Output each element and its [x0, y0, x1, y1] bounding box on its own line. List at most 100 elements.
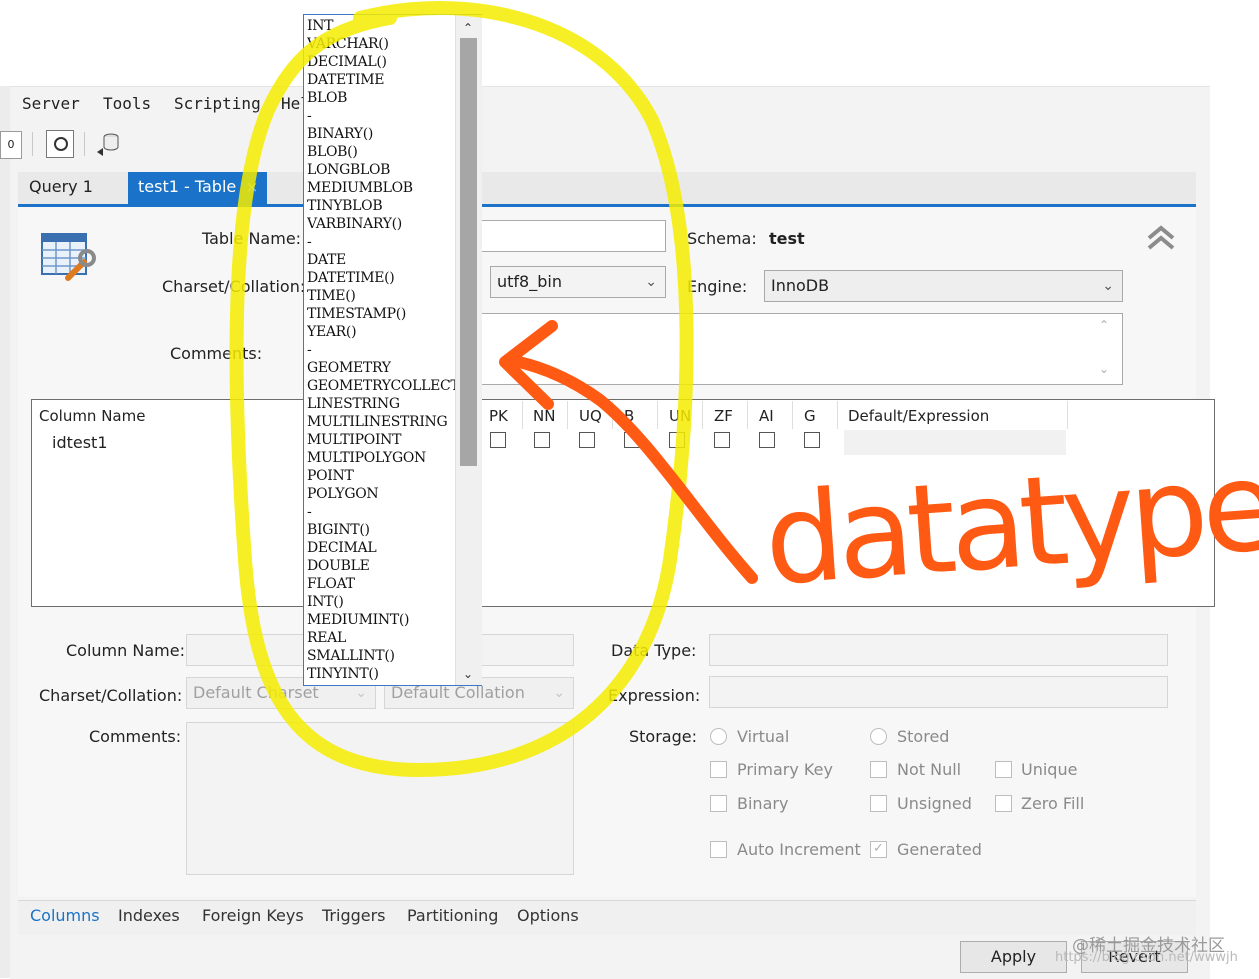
datatype-option[interactable]: INT()	[307, 593, 459, 611]
datatype-option[interactable]: POLYGON	[307, 485, 459, 503]
close-icon[interactable]: ×	[244, 179, 260, 195]
column-header[interactable]: AI	[759, 407, 774, 425]
b-checkbox[interactable]	[624, 432, 640, 448]
tab-triggers[interactable]: Triggers	[322, 906, 386, 925]
ai-checkbox[interactable]	[759, 432, 775, 448]
column-name-cell[interactable]: idtest1	[52, 433, 108, 452]
collation-select[interactable]: utf8_bin ⌄	[490, 266, 666, 298]
pk-checkbox[interactable]	[490, 432, 506, 448]
datatype-option[interactable]: BIGINT()	[307, 521, 459, 539]
expression-input[interactable]	[709, 676, 1168, 708]
uq-checkbox[interactable]	[579, 432, 595, 448]
datatype-option[interactable]: GEOMETRYCOLLECTIO	[307, 377, 459, 395]
column-header[interactable]: B	[624, 407, 634, 425]
datatype-option[interactable]: BLOB	[307, 89, 459, 107]
datatype-option[interactable]: INT	[307, 17, 459, 35]
binary-checkbox[interactable]	[710, 795, 727, 812]
tab-options[interactable]: Options	[517, 906, 579, 925]
apply-button[interactable]: Apply	[960, 941, 1067, 973]
column-header[interactable]: Column Name	[39, 407, 145, 425]
menu-scripting[interactable]: Scripting	[174, 94, 261, 113]
datatype-option[interactable]: GEOMETRY	[307, 359, 459, 377]
column-header[interactable]: UN	[669, 407, 691, 425]
datatype-option[interactable]: DECIMAL	[307, 539, 459, 557]
charset-collation-label: Charset/Collation:	[162, 277, 306, 296]
menu-tools[interactable]: Tools	[103, 94, 151, 113]
column-header[interactable]: UQ	[579, 407, 602, 425]
datatype-option[interactable]: VARBINARY()	[307, 215, 459, 233]
datatype-option[interactable]: VARCHAR()	[307, 35, 459, 53]
tab-indexes[interactable]: Indexes	[118, 906, 180, 925]
auto-increment-checkbox[interactable]	[710, 841, 727, 858]
table-name-label: Table Name:	[202, 229, 302, 248]
datatype-option[interactable]: YEAR()	[307, 323, 459, 341]
scroll-up-icon[interactable]: ⌃	[1099, 318, 1109, 332]
scrollbar-thumb[interactable]	[460, 38, 477, 466]
datatype-option[interactable]: LONGBLOB	[307, 161, 459, 179]
data-type-input[interactable]	[709, 634, 1168, 666]
datatype-option[interactable]: DECIMAL()	[307, 53, 459, 71]
datatype-option[interactable]: TIMESTAMP()	[307, 305, 459, 323]
un-checkbox[interactable]	[669, 432, 685, 448]
collapse-up-icon[interactable]	[1146, 222, 1176, 252]
primary-key-checkbox[interactable]	[710, 761, 727, 778]
datatype-option[interactable]: BLOB()	[307, 143, 459, 161]
schema-value: test	[769, 229, 805, 248]
column-header[interactable]: G	[804, 407, 816, 425]
unsigned-checkbox[interactable]	[870, 795, 887, 812]
comments-textarea[interactable]	[480, 313, 1123, 385]
chevron-down-icon: ⌄	[645, 274, 657, 290]
table-name-input[interactable]	[480, 220, 666, 252]
sql-icon[interactable]: 0	[0, 131, 22, 159]
nn-checkbox[interactable]	[534, 432, 550, 448]
column-header[interactable]: NN	[533, 407, 555, 425]
datatype-option[interactable]: MEDIUMBLOB	[307, 179, 459, 197]
header-separator	[522, 401, 523, 429]
inspector-icon[interactable]	[46, 130, 74, 158]
generated-checkbox[interactable]: ✓	[870, 841, 887, 858]
virtual-radio[interactable]	[710, 728, 727, 745]
scroll-down-icon[interactable]: ⌄	[458, 665, 478, 683]
tab-label: test1 - Table	[138, 177, 237, 196]
unique-checkbox[interactable]	[995, 761, 1012, 778]
datatype-option[interactable]: POINT	[307, 467, 459, 485]
datatype-option[interactable]: TIME()	[307, 287, 459, 305]
column-header[interactable]: PK	[489, 407, 508, 425]
datatype-option[interactable]: BINARY()	[307, 125, 459, 143]
toolbar-separator	[32, 132, 33, 156]
datatype-option[interactable]: DOUBLE	[307, 557, 459, 575]
not-null-checkbox[interactable]	[870, 761, 887, 778]
column-header[interactable]: ZF	[714, 407, 733, 425]
datatype-option[interactable]: FLOAT	[307, 575, 459, 593]
datatype-option[interactable]: DATETIME	[307, 71, 459, 89]
datatype-option[interactable]: MULTILINESTRING	[307, 413, 459, 431]
zero-fill-checkbox[interactable]	[995, 795, 1012, 812]
scroll-up-icon[interactable]: ⌃	[458, 19, 478, 37]
datatype-option[interactable]: REAL	[307, 629, 459, 647]
datatype-option[interactable]: DATE	[307, 251, 459, 269]
menu-server[interactable]: Server	[22, 94, 80, 113]
stored-radio[interactable]	[870, 728, 887, 745]
tab-query-1[interactable]: Query 1	[18, 172, 126, 204]
expression-label: Expression:	[608, 686, 701, 705]
datatype-option[interactable]: MEDIUMINT()	[307, 611, 459, 629]
unsigned-label: Unsigned	[897, 794, 972, 813]
column-comments-textarea[interactable]	[186, 722, 574, 875]
scroll-down-icon[interactable]: ⌄	[1099, 362, 1109, 376]
database-reconnect-icon[interactable]	[94, 130, 122, 158]
datatype-option[interactable]: TINYBLOB	[307, 197, 459, 215]
column-header[interactable]: Default/Expression	[848, 407, 989, 425]
tab-foreign-keys[interactable]: Foreign Keys	[202, 906, 304, 925]
tab-columns[interactable]: Columns	[30, 906, 100, 925]
datatype-option[interactable]: DATETIME()	[307, 269, 459, 287]
datatype-option[interactable]: SMALLINT()	[307, 647, 459, 665]
datatype-option[interactable]: TINYINT()	[307, 665, 459, 683]
engine-select[interactable]: InnoDB ⌄	[764, 270, 1123, 302]
datatype-list: INT VARCHAR() DECIMAL() DATETIME BLOB - BINARY…	[307, 17, 459, 683]
g-checkbox[interactable]	[804, 432, 820, 448]
tab-partitioning[interactable]: Partitioning	[407, 906, 498, 925]
datatype-option[interactable]: MULTIPOINT	[307, 431, 459, 449]
datatype-option[interactable]: LINESTRING	[307, 395, 459, 413]
datatype-option[interactable]: MULTIPOLYGON	[307, 449, 459, 467]
zf-checkbox[interactable]	[714, 432, 730, 448]
